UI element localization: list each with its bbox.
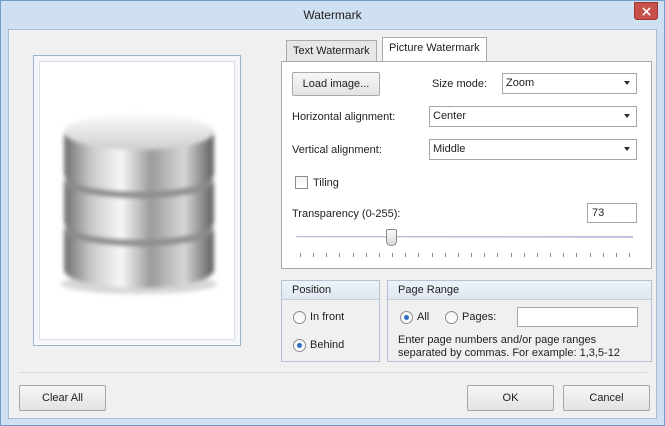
horizontal-alignment-select[interactable]: Center <box>429 106 637 127</box>
slider-tick <box>497 253 499 257</box>
cancel-button[interactable]: Cancel <box>563 385 650 411</box>
pages-radio[interactable] <box>445 311 458 324</box>
watermark-preview <box>33 55 241 346</box>
behind-label: Behind <box>310 339 345 351</box>
slider-tick <box>484 253 486 257</box>
slider-tick <box>576 253 578 257</box>
page-range-header: Page Range <box>388 281 651 300</box>
slider-tick <box>536 253 538 257</box>
size-mode-label: Size mode: <box>432 78 488 90</box>
chevron-down-icon <box>624 147 630 151</box>
behind-radio[interactable] <box>293 339 306 352</box>
load-image-button[interactable]: Load image... <box>292 72 380 96</box>
slider-tick <box>602 253 604 257</box>
transparency-input[interactable]: 73 <box>587 203 637 223</box>
position-header: Position <box>282 281 379 300</box>
slider-tick <box>615 253 617 257</box>
slider-tick <box>405 253 407 257</box>
slider-tick <box>339 253 341 257</box>
slider-tick <box>589 253 591 257</box>
slider-tick <box>457 253 459 257</box>
in-front-radio[interactable] <box>293 311 306 324</box>
slider-tick <box>326 253 328 257</box>
slider-tick <box>563 253 565 257</box>
vertical-alignment-select[interactable]: Middle <box>429 139 637 160</box>
size-mode-value: Zoom <box>506 77 535 89</box>
clear-all-button[interactable]: Clear All <box>19 385 106 411</box>
tab-text-watermark[interactable]: Text Watermark <box>286 40 377 62</box>
ok-button[interactable]: OK <box>467 385 554 411</box>
slider-tick <box>352 253 354 257</box>
transparency-slider-track[interactable] <box>296 236 633 238</box>
title-bar[interactable]: Watermark <box>1 1 664 29</box>
close-icon <box>642 7 650 15</box>
slider-tick <box>523 253 525 257</box>
watermark-dialog: Watermark Text Watermark Picture Waterma… <box>0 0 665 426</box>
page-range-group: Page Range All Pages: Enter page numbers… <box>387 280 652 362</box>
preview-page <box>39 61 235 340</box>
slider-tick <box>418 253 420 257</box>
dialog-body: Text Watermark Picture Watermark Load im… <box>8 29 657 419</box>
window-title: Watermark <box>303 8 362 22</box>
slider-tick <box>392 253 394 257</box>
chevron-down-icon <box>624 114 630 118</box>
page-range-hint: Enter page numbers and/or page ranges se… <box>398 334 620 359</box>
chevron-down-icon <box>624 81 630 85</box>
slider-tick <box>313 253 315 257</box>
slider-tick <box>629 253 630 257</box>
tab-picture-watermark[interactable]: Picture Watermark <box>382 37 487 61</box>
slider-tick <box>431 253 433 257</box>
pages-label: Pages: <box>462 311 497 323</box>
slider-tick <box>444 253 446 257</box>
in-front-label: In front <box>310 311 345 323</box>
size-mode-select[interactable]: Zoom <box>502 73 637 94</box>
transparency-slider-thumb[interactable] <box>386 229 398 246</box>
close-button[interactable] <box>634 2 658 20</box>
tiling-label: Tiling <box>313 177 339 189</box>
tiling-checkbox[interactable] <box>295 176 308 189</box>
slider-tick <box>550 253 552 257</box>
footer-separator <box>19 372 647 373</box>
horizontal-alignment-label: Horizontal alignment: <box>292 111 396 123</box>
all-pages-radio[interactable] <box>400 311 413 324</box>
picture-watermark-panel: Load image... Size mode: Zoom Horizontal… <box>281 61 652 269</box>
horizontal-alignment-value: Center <box>433 110 467 122</box>
slider-tick <box>300 253 301 257</box>
transparency-label: Transparency (0-255): <box>292 208 401 220</box>
database-icon <box>61 114 217 294</box>
slider-tick <box>510 253 512 257</box>
all-pages-label: All <box>417 311 430 323</box>
pages-input[interactable] <box>517 307 638 327</box>
slider-tick <box>471 253 473 257</box>
vertical-alignment-value: Middle <box>433 143 466 155</box>
slider-tick <box>378 253 380 257</box>
vertical-alignment-label: Vertical alignment: <box>292 144 382 156</box>
slider-tick <box>365 253 367 257</box>
position-group: Position In front Behind <box>281 280 380 362</box>
